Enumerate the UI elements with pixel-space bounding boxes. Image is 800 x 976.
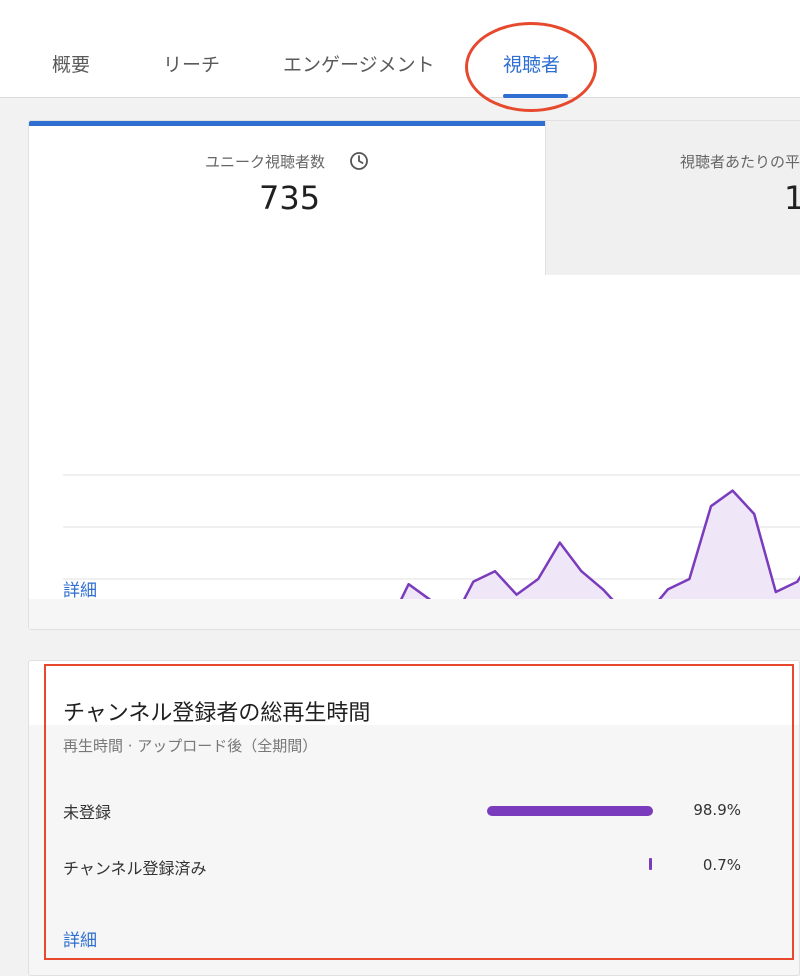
- unique-viewers-chart: 2020/04/112020/04/222020/05/032020/05/1: [63, 474, 800, 629]
- unique-viewers-value: 735: [259, 179, 321, 217]
- per-viewer-value: 1: [784, 179, 800, 217]
- analytics-tab-bar: 概要 リーチ エンゲージメント 視聴者: [0, 0, 800, 98]
- chart-details-link[interactable]: 詳細: [63, 576, 97, 601]
- tab-engagement[interactable]: エンゲージメント: [283, 50, 435, 77]
- per-viewer-label: 視聴者あたりの平: [680, 153, 800, 171]
- card-footer: [29, 599, 800, 629]
- tab-highlight-annotation: [465, 22, 597, 112]
- unique-viewers-label: ユニーク視聴者数: [205, 153, 326, 171]
- tab-overview[interactable]: 概要: [52, 50, 90, 77]
- selected-metric-indicator: [29, 121, 545, 126]
- clock-icon[interactable]: [349, 151, 369, 175]
- per-viewer-metric-tab[interactable]: 視聴者あたりの平 1: [545, 121, 800, 275]
- tab-reach[interactable]: リーチ: [163, 50, 220, 77]
- unique-viewers-card: ユニーク視聴者数 735 視聴者あたりの平 1 2020/04/112020/0…: [28, 120, 800, 630]
- card-highlight-annotation: [44, 664, 794, 960]
